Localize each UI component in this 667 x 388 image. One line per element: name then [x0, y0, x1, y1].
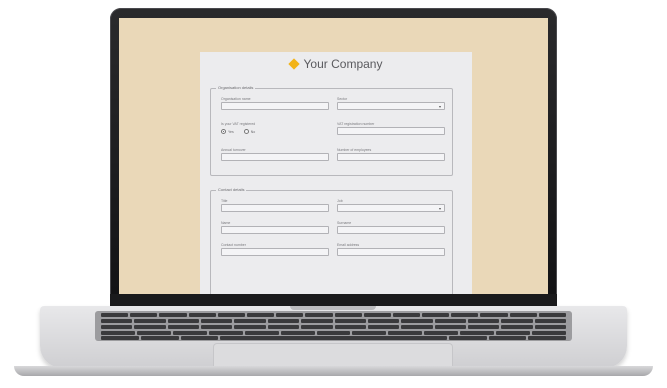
- email-input[interactable]: [337, 248, 445, 256]
- organisation-section: Organisation details Organisation name S…: [210, 84, 453, 176]
- trackpad: [213, 343, 453, 368]
- keyboard: [95, 311, 572, 341]
- employees-input[interactable]: [337, 153, 445, 161]
- chevron-down-icon: ▾: [438, 104, 441, 109]
- vat-registered-label: Is your VAT registered: [221, 122, 256, 126]
- organisation-legend: Organisation details: [216, 84, 256, 92]
- vat-yes-label: Yes: [228, 129, 234, 134]
- vat-no-label: No: [250, 129, 256, 134]
- job-field: Job ▾: [337, 199, 445, 212]
- vat-radio-group: Yes No: [221, 129, 255, 134]
- hinge-notch: [290, 306, 376, 310]
- sector-select[interactable]: ▾: [337, 102, 445, 110]
- laptop-screen: Your Company Organisation details Organi…: [119, 18, 548, 294]
- keyboard-row: [101, 336, 566, 340]
- surname-input[interactable]: [337, 226, 445, 234]
- annual-turnover-field: Annual turnover: [221, 148, 329, 161]
- organisation-name-input[interactable]: [221, 102, 329, 110]
- employees-field: Number of employees: [337, 148, 445, 161]
- vat-number-input[interactable]: [337, 127, 445, 135]
- keyboard-row: [101, 319, 567, 323]
- job-select[interactable]: ▾: [337, 204, 445, 212]
- chevron-down-icon: ▾: [438, 206, 441, 211]
- keyboard-row: [101, 325, 567, 329]
- company-header: Your Company: [200, 57, 472, 71]
- vat-registered-field: Is your VAT registered Yes No: [221, 122, 255, 134]
- sector-field: Sector ▾: [337, 97, 445, 110]
- keyboard-row: [101, 331, 566, 335]
- registration-form: Your Company Organisation details Organi…: [200, 52, 472, 294]
- name-input[interactable]: [221, 226, 329, 234]
- vat-number-field: VAT registration number: [337, 122, 445, 135]
- name-field: Name: [221, 221, 329, 234]
- screen-bottom-bezel: [110, 294, 557, 306]
- vat-yes-radio[interactable]: Yes: [221, 129, 234, 134]
- vat-no-radio[interactable]: No: [243, 129, 256, 134]
- diamond-logo-icon: [287, 58, 300, 70]
- organisation-name-field: Organisation name: [221, 97, 329, 110]
- laptop-front-edge: [14, 366, 653, 376]
- contact-number-input[interactable]: [221, 248, 329, 256]
- title-input[interactable]: [221, 204, 329, 212]
- email-field: Email address: [337, 243, 445, 256]
- annual-turnover-input[interactable]: [221, 153, 329, 161]
- contact-legend: Contact details: [216, 186, 247, 194]
- company-name: Your Company: [303, 57, 383, 71]
- keyboard-row: [101, 313, 566, 317]
- title-field: Title: [221, 199, 329, 212]
- laptop: Your Company Organisation details Organi…: [0, 0, 667, 388]
- contact-section: Contact details Title Job ▾ Name Surname: [210, 186, 453, 294]
- contact-number-field: Contact number: [221, 243, 329, 256]
- radio-checked-icon: [221, 129, 226, 134]
- radio-unchecked-icon: [243, 129, 249, 134]
- surname-field: Surname: [337, 221, 445, 234]
